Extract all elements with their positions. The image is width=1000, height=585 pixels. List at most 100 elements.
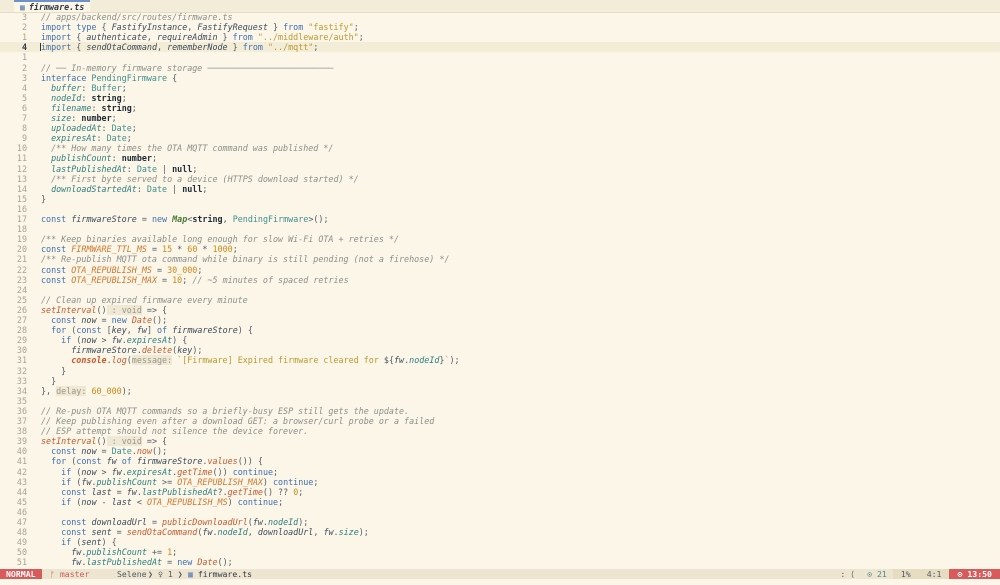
code-line[interactable]: 42 if (now > fw.expiresAt.getTime()) con… bbox=[0, 467, 1000, 477]
code-line[interactable]: 35 bbox=[0, 396, 1000, 406]
code-line[interactable]: 45 if (now - last < OTA_REPUBLISH_MS) co… bbox=[0, 497, 1000, 507]
code-line[interactable]: 2 // ── In-memory firmware storage ──────… bbox=[0, 63, 1000, 73]
code-line[interactable]: 15} bbox=[0, 194, 1000, 204]
code-line[interactable]: 43 if (fw.publishCount >= OTA_REPUBLISH_… bbox=[0, 477, 1000, 487]
tab-firmware-ts[interactable]: ▦ firmware.ts bbox=[14, 0, 91, 12]
code-line[interactable]: 20 const FIRMWARE_TTL_MS = 15 * 60 * 1000… bbox=[0, 244, 1000, 254]
code-token: OTA_REPUBLISH_MS bbox=[71, 264, 152, 275]
code-line[interactable]: 46 bbox=[0, 507, 1000, 517]
code-token: if bbox=[61, 496, 77, 507]
code-line[interactable]: 18 bbox=[0, 224, 1000, 234]
code-line[interactable]: 8 uploadedAt: Date; bbox=[0, 123, 1000, 133]
tab-label: firmware.ts bbox=[28, 2, 85, 12]
code-line[interactable]: 36 // Re-push OTA MQTT commands so a brie… bbox=[0, 406, 1000, 416]
code-token: now bbox=[81, 466, 97, 477]
code-token: nodeId bbox=[267, 517, 299, 527]
code-token: Buffer bbox=[91, 82, 122, 93]
code-token: "fastify" bbox=[308, 22, 354, 33]
line-number: 36 bbox=[16, 405, 27, 416]
code-line[interactable]: 19 /** Keep binaries available long enoug… bbox=[0, 234, 1000, 244]
code-line[interactable]: 21 /** Re-publish MQTT ota command while … bbox=[0, 254, 1000, 264]
code-line[interactable]: 10 /** How many times the OTA MQTT comma… bbox=[0, 143, 1000, 153]
code-token: () bbox=[96, 304, 107, 315]
code-token: continue bbox=[273, 476, 314, 487]
code-line[interactable]: 14 downloadStartedAt: Date | null; bbox=[0, 184, 1000, 194]
code-token: | bbox=[172, 183, 183, 194]
line-number: 41 bbox=[16, 456, 27, 467]
code-token: interface bbox=[41, 72, 92, 83]
code-line[interactable]: 16 bbox=[0, 204, 1000, 214]
code-line[interactable]: 17 const firmwareStore = new Map<string, … bbox=[0, 214, 1000, 224]
code-line[interactable]: 12 lastPublishedAt: Date | null; bbox=[0, 164, 1000, 174]
code-token: if bbox=[61, 537, 77, 548]
code-token: of bbox=[157, 325, 173, 336]
code-token: for bbox=[51, 456, 72, 467]
code-token: firmwareStore bbox=[71, 345, 137, 356]
code-line[interactable]: 24 bbox=[0, 285, 1000, 295]
code-line[interactable]: 50 fw.publishCount += 1; bbox=[0, 547, 1000, 557]
code-text: fw.publishCount += 1; bbox=[41, 547, 177, 557]
code-line[interactable]: 44 const last = fw.lastPublishedAt?.getT… bbox=[0, 487, 1000, 497]
code-token: fw bbox=[111, 466, 122, 477]
line-number: 14 bbox=[16, 183, 27, 194]
code-line[interactable]: 13 /** First byte served to a device (HT… bbox=[0, 174, 1000, 184]
command-line[interactable] bbox=[0, 579, 1000, 585]
code-line[interactable]: 27 const now = new Date(); bbox=[0, 315, 1000, 325]
code-line[interactable]: 3 interface PendingFirmware { bbox=[0, 73, 1000, 83]
code-line[interactable]: 40 const now = Date.now(); bbox=[0, 446, 1000, 456]
code-token: getTime bbox=[227, 486, 263, 497]
code-token: ; bbox=[298, 486, 304, 497]
code-line[interactable]: 4 import { sendOtaCommand, rememberNode }… bbox=[0, 42, 1000, 53]
code-line[interactable]: 1 import { authenticate, requireAdmin } f… bbox=[0, 32, 1000, 42]
code-line[interactable]: 32 } bbox=[0, 366, 1000, 376]
code-line[interactable]: 51 fw.lastPublishedAt = new Date(); bbox=[0, 557, 1000, 567]
code-line[interactable]: 22 const OTA_REPUBLISH_MS = 30_000; bbox=[0, 265, 1000, 275]
code-line[interactable]: 41 for (const fw of firmwareStore.values… bbox=[0, 456, 1000, 466]
code-line[interactable]: 28 for (const [key, fw] of firmwareStore… bbox=[0, 325, 1000, 335]
code-token: OTA_REPUBLISH_MS bbox=[146, 496, 228, 507]
code-line[interactable]: 38 // ESP attempt should not silence the … bbox=[0, 426, 1000, 436]
code-line[interactable]: 2 import type { FastifyInstance, FastifyR… bbox=[0, 22, 1000, 32]
code-token: : bbox=[126, 163, 137, 174]
code-token: (); bbox=[151, 315, 168, 325]
code-line[interactable]: 25 // Clean up expired firmware every min… bbox=[0, 295, 1000, 305]
code-line[interactable]: 33 } bbox=[0, 376, 1000, 386]
code-line[interactable]: 37 // Keep publishing even after a downlo… bbox=[0, 416, 1000, 426]
code-line[interactable]: 34}, delay: 60_000); bbox=[0, 385, 1000, 396]
code-line[interactable]: 3 // apps/backend/src/routes/firmware.ts bbox=[0, 12, 1000, 22]
code-line[interactable]: 49 if (sent) { bbox=[0, 537, 1000, 547]
code-line[interactable]: 4 buffer: Buffer; bbox=[0, 83, 1000, 93]
code-line[interactable]: 39 setInterval() : void => { bbox=[0, 436, 1000, 447]
code-line[interactable]: 26 setInterval() : void => { bbox=[0, 304, 1000, 315]
code-token: ; bbox=[111, 113, 117, 123]
code-text: const now = new Date(); bbox=[41, 315, 167, 325]
code-line[interactable]: 29 if (now > fw.expiresAt) { bbox=[0, 335, 1000, 345]
code-token: = bbox=[136, 214, 152, 224]
code-token: , bbox=[313, 527, 324, 538]
code-line[interactable]: 5 nodeId: string; bbox=[0, 93, 1000, 103]
code-text: size: number; bbox=[41, 113, 117, 123]
status-filename: ▦ firmware.ts bbox=[188, 569, 252, 579]
code-editor[interactable]: 3// apps/backend/src/routes/firmware.ts 2… bbox=[0, 12, 1000, 569]
code-line[interactable]: 31 console.log(message: `[Firmware] Expi… bbox=[0, 355, 1000, 366]
code-token: const bbox=[51, 446, 82, 457]
code-token: FastifyRequest bbox=[197, 22, 268, 33]
code-token: => { bbox=[141, 436, 168, 447]
code-line[interactable]: 9 expiresAt: Date; bbox=[0, 133, 1000, 143]
code-line[interactable]: 48 const sent = sendOtaCommand(fw.nodeId… bbox=[0, 527, 1000, 537]
code-line[interactable]: 47 const downloadUrl = publicDownloadUrl… bbox=[0, 517, 1000, 527]
code-token: size bbox=[338, 527, 359, 538]
line-number: 1 bbox=[21, 52, 27, 63]
line-number: 29 bbox=[16, 335, 27, 346]
code-token: authenticate bbox=[86, 32, 147, 43]
code-line[interactable]: 7 size: number; bbox=[0, 113, 1000, 123]
code-line[interactable]: 6 filename: string; bbox=[0, 103, 1000, 113]
code-token: sendOtaCommand bbox=[86, 42, 157, 53]
code-line[interactable]: 1 bbox=[0, 52, 1000, 62]
code-line[interactable]: 23 const OTA_REPUBLISH_MAX = 10; // ~5 mi… bbox=[0, 275, 1000, 285]
code-line[interactable]: 11 publishCount: number; bbox=[0, 153, 1000, 163]
code-line[interactable]: 30 firmwareStore.delete(key); bbox=[0, 345, 1000, 355]
